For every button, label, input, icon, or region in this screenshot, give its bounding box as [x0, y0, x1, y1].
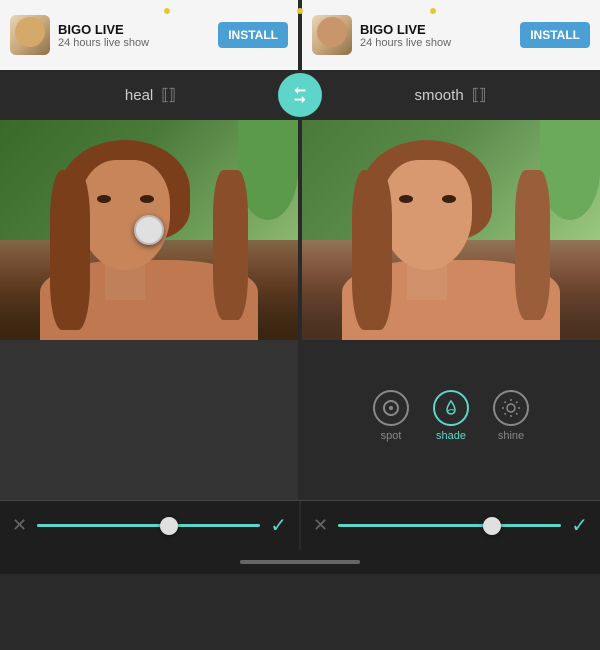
slider-thumb-left[interactable]	[160, 517, 178, 535]
spot-icon	[373, 390, 409, 426]
dual-bottom: spot shade	[0, 340, 600, 500]
filter-right: smooth ⟦⟧	[300, 85, 600, 105]
image-panel-left[interactable]	[0, 120, 298, 340]
ad-text-left: BIGO LIVE 24 hours live show	[58, 22, 210, 49]
confirm-btn-left[interactable]: ✓	[270, 513, 287, 538]
shade-icon	[433, 390, 469, 426]
split-icon-left: ⟦⟧	[161, 85, 175, 105]
home-bar	[0, 550, 600, 574]
shine-icon	[493, 390, 529, 426]
ad-avatar-right	[312, 15, 352, 55]
shine-label: shine	[498, 430, 524, 442]
home-bar-indicator	[240, 560, 360, 564]
ad-panel-left[interactable]: BIGO LIVE 24 hours live show INSTALL	[0, 0, 298, 70]
image-panel-right[interactable]	[298, 120, 600, 340]
photo-right	[302, 120, 600, 340]
spot-label: spot	[381, 430, 402, 442]
drag-handle[interactable]	[134, 215, 164, 245]
ad-title-right: BIGO LIVE	[360, 22, 512, 37]
bottom-panel-left	[0, 340, 298, 500]
ad-subtitle-right: 24 hours live show	[360, 37, 512, 49]
slider-thumb-right[interactable]	[483, 517, 501, 535]
compare-icon	[289, 84, 311, 106]
filter-heal-label: heal	[125, 87, 153, 104]
slider-track-left[interactable]	[37, 524, 260, 527]
confirm-btn-right[interactable]: ✓	[571, 513, 588, 538]
ad-panel-right[interactable]: BIGO LIVE 24 hours live show INSTALL	[298, 0, 600, 70]
cancel-btn-left[interactable]: ✕	[12, 515, 27, 536]
filter-bar: heal ⟦⟧ smooth ⟦⟧	[0, 70, 600, 120]
filter-smooth-label: smooth	[414, 87, 463, 104]
ad-subtitle-left: 24 hours live show	[58, 37, 210, 49]
ad-text-right: BIGO LIVE 24 hours live show	[360, 22, 512, 49]
shade-label: shade	[436, 430, 466, 442]
cancel-btn-right[interactable]: ✕	[313, 515, 328, 536]
filter-left: heal ⟦⟧	[0, 85, 300, 105]
tool-icons: spot shade	[373, 390, 529, 442]
tool-item-shine[interactable]: shine	[493, 390, 529, 442]
compare-toggle-button[interactable]	[278, 73, 322, 117]
split-icon-right: ⟦⟧	[472, 85, 486, 105]
bottom-panel-right: spot shade	[298, 340, 600, 500]
slider-track-right[interactable]	[338, 524, 561, 527]
slider-row: ✕ ✓ ✕ ✓	[0, 500, 600, 550]
slider-panel-right: ✕ ✓	[299, 501, 600, 550]
ad-avatar-left	[10, 15, 50, 55]
ad-install-btn-left[interactable]: INSTALL	[218, 22, 288, 48]
ad-container: BIGO LIVE 24 hours live show INSTALL BIG…	[0, 0, 600, 70]
ad-title-left: BIGO LIVE	[58, 22, 210, 37]
tool-area: spot shade	[0, 340, 600, 550]
slider-panel-left: ✕ ✓	[0, 501, 299, 550]
image-area	[0, 120, 600, 340]
tool-item-shade[interactable]: shade	[433, 390, 469, 442]
tool-item-spot[interactable]: spot	[373, 390, 409, 442]
ad-install-btn-right[interactable]: INSTALL	[520, 22, 590, 48]
